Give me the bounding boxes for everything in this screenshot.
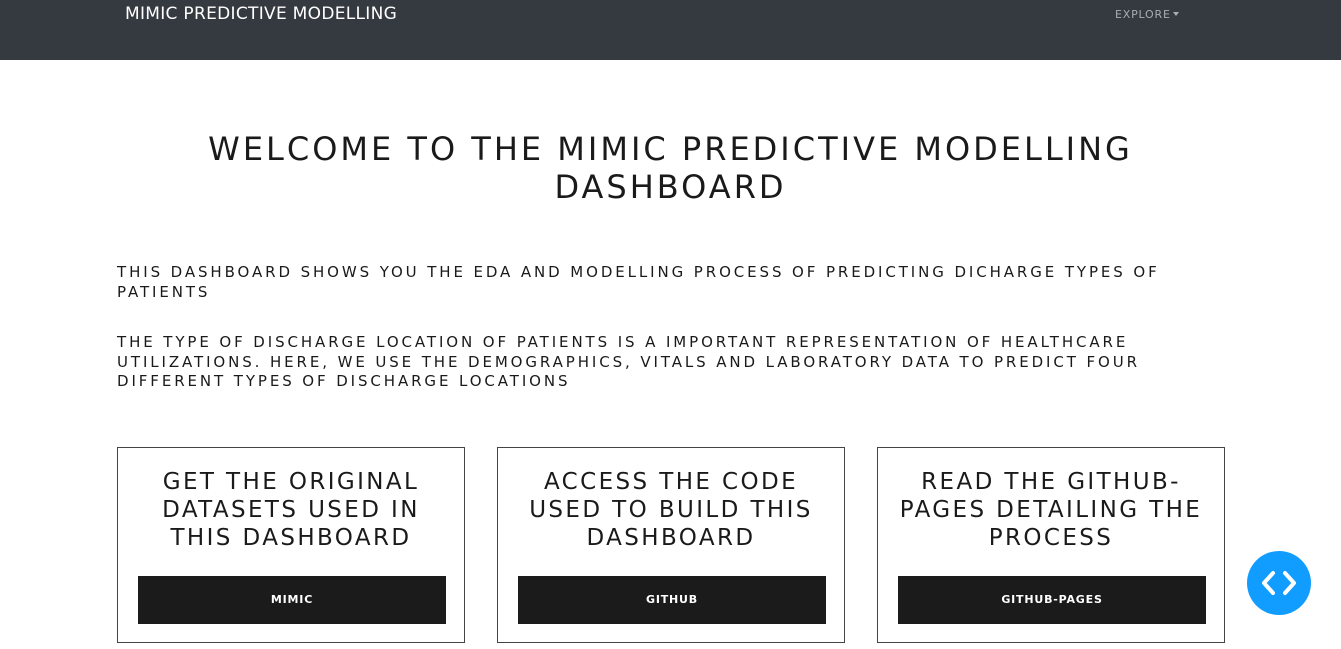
card-title: ACCESS THE CODE USED TO BUILD THIS DASHB… [529,469,813,551]
explore-dropdown[interactable]: EXPLORE [1115,8,1179,21]
top-navbar: MIMIC PREDICTIVE MODELLING EXPLORE [0,0,1341,60]
github-pages-card: READ THE GITHUB-PAGES DETAILING THE PROC… [877,447,1225,643]
caret-down-icon [1172,12,1179,16]
code-card: ACCESS THE CODE USED TO BUILD THIS DASHB… [497,447,845,643]
github-button[interactable]: GITHUB [518,576,826,624]
debug-menu-button[interactable] [1247,551,1311,615]
intro-paragraph: THIS DASHBOARD SHOWS YOU THE EDA AND MOD… [117,263,1160,301]
description-paragraph: THE TYPE OF DISCHARGE LOCATION OF PATIEN… [117,333,1140,390]
navbar-brand[interactable]: MIMIC PREDICTIVE MODELLING [125,4,397,24]
github-pages-button[interactable]: GITHUB-PAGES [898,576,1206,624]
page-title: WELCOME TO THE MIMIC PREDICTIVE MODELLIN… [208,130,1133,206]
mimic-button[interactable]: MIMIC [138,576,446,624]
card-title: GET THE ORIGINAL DATASETS USED IN THIS D… [162,469,420,551]
explore-label: EXPLORE [1115,8,1171,21]
datasets-card: GET THE ORIGINAL DATASETS USED IN THIS D… [117,447,465,643]
card-title: READ THE GITHUB-PAGES DETAILING THE PROC… [899,469,1203,551]
code-brackets-icon [1262,571,1296,595]
